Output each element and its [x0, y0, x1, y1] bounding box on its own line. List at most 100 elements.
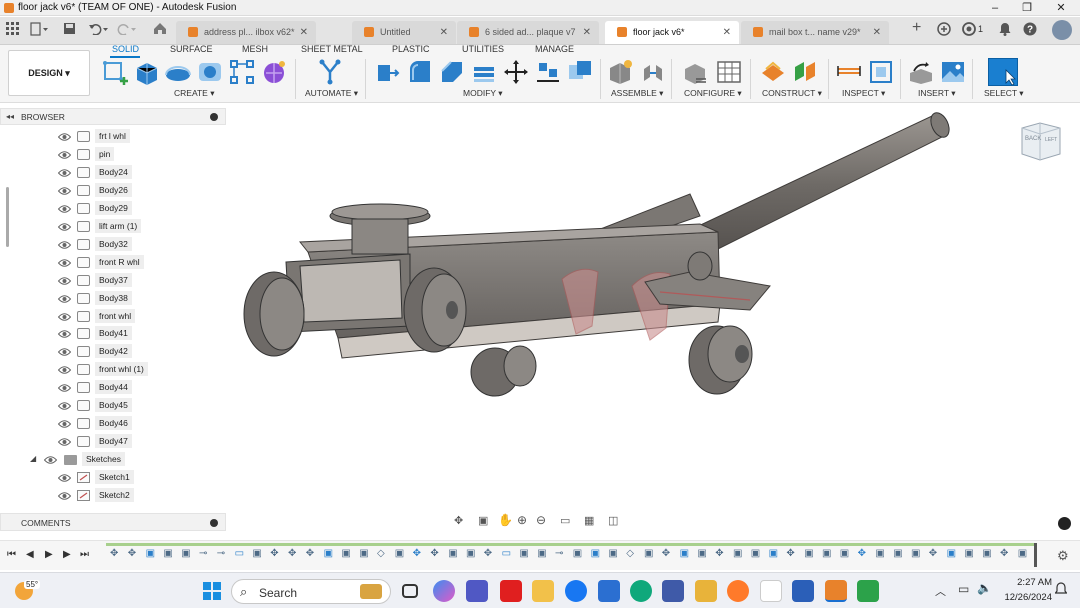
timeline-to-end-icon[interactable]: ⏭ — [80, 549, 89, 560]
file-menu-icon[interactable] — [30, 22, 48, 36]
browser-body-row[interactable]: frt l whl — [0, 128, 226, 146]
document-tab[interactable]: floor jack v6* ✕ — [605, 21, 739, 44]
browser-body-row[interactable]: Body44 — [0, 379, 226, 397]
amazon-icon[interactable] — [760, 580, 782, 602]
fusion-taskbar-icon[interactable] — [825, 580, 847, 602]
timeline-feature-icon[interactable]: ▣ — [324, 548, 333, 559]
hole-icon[interactable] — [197, 59, 223, 85]
visibility-eye-icon[interactable] — [58, 223, 71, 231]
visibility-eye-icon[interactable] — [58, 438, 71, 446]
document-tab[interactable]: 6 sided ad... plaque v7 ✕ — [457, 21, 599, 44]
timeline-feature-icon[interactable]: ▣ — [697, 548, 706, 559]
browser-body-row[interactable]: front whl (1) — [0, 361, 226, 379]
visibility-eye-icon[interactable] — [58, 151, 71, 159]
timeline-feature-icon[interactable]: ✥ — [929, 548, 937, 559]
record-icon[interactable] — [1058, 517, 1071, 530]
visibility-eye-icon[interactable] — [58, 169, 71, 177]
timeline-feature-icon[interactable]: ▣ — [964, 548, 973, 559]
visibility-eye-icon[interactable] — [58, 348, 71, 357]
browser-sketch-row[interactable]: Sketch2 — [0, 487, 226, 505]
timeline-feature-icon[interactable]: ▣ — [608, 548, 617, 559]
inspect-group-label[interactable]: INSPECT ▾ — [842, 88, 885, 99]
configuration-table-icon[interactable] — [716, 59, 742, 85]
timeline-step-forward-icon[interactable]: ▶ — [63, 549, 71, 560]
create-sketch-icon[interactable] — [102, 59, 128, 85]
extrude-icon[interactable] — [133, 59, 159, 85]
close-tab-icon[interactable]: ✕ — [723, 21, 731, 44]
press-pull-icon[interactable] — [375, 59, 401, 85]
visibility-eye-icon[interactable] — [58, 294, 71, 303]
pattern-icon[interactable] — [229, 59, 255, 85]
plane-at-angle-icon[interactable] — [792, 59, 818, 85]
timeline-feature-icon[interactable]: ▣ — [751, 548, 760, 559]
select-icon[interactable] — [988, 58, 1018, 86]
ribbon-tab[interactable]: UTILITIES — [462, 44, 504, 54]
joint-icon[interactable] — [640, 59, 666, 85]
browser-body-row[interactable]: pin — [0, 146, 226, 164]
save-icon[interactable] — [63, 22, 76, 35]
visibility-eye-icon[interactable] — [58, 402, 71, 410]
visibility-eye-icon[interactable] — [58, 258, 71, 267]
browser-body-row[interactable]: Body46 — [0, 415, 226, 433]
insert-derive-icon[interactable] — [908, 59, 934, 85]
volume-icon[interactable]: 🔈 — [977, 581, 992, 595]
timeline-settings-icon[interactable]: ⚙ — [1057, 548, 1069, 564]
browser-body-row[interactable]: lift arm (1) — [0, 218, 226, 236]
3d-viewport[interactable] — [230, 104, 1080, 534]
user-avatar[interactable] — [1052, 20, 1072, 40]
timeline-feature-icon[interactable]: ▣ — [680, 548, 689, 559]
close-tab-icon[interactable]: ✕ — [583, 21, 591, 44]
document-tab[interactable]: mail box t... name v29* ✕ — [741, 21, 889, 44]
task-view-icon[interactable] — [402, 584, 418, 598]
measure-icon[interactable] — [836, 59, 862, 85]
timeline-feature-icon[interactable]: ✥ — [430, 548, 438, 559]
visibility-eye-icon[interactable] — [58, 366, 71, 375]
shell-icon[interactable] — [471, 59, 497, 85]
browser-pin-icon[interactable] — [210, 113, 218, 121]
browser-body-row[interactable]: front R whl — [0, 254, 226, 272]
timeline-feature-icon[interactable]: ✥ — [288, 548, 296, 559]
canvas-icon[interactable] — [940, 59, 966, 85]
timeline-feature-icon[interactable]: ▣ — [359, 548, 368, 559]
visibility-eye-icon[interactable] — [58, 420, 71, 428]
offset-plane-icon[interactable] — [760, 59, 786, 85]
help-icon[interactable]: ? — [1023, 22, 1037, 36]
browser-body-row[interactable]: Body47 — [0, 433, 226, 451]
timeline-play-icon[interactable]: ▶ — [45, 549, 53, 560]
comments-pin-icon[interactable] — [210, 519, 218, 527]
timeline-feature-icon[interactable]: ▣ — [537, 548, 546, 559]
browser-sketch-row[interactable]: Sketch1 — [0, 469, 226, 487]
visibility-eye-icon[interactable] — [58, 276, 71, 285]
app-icon[interactable] — [695, 580, 717, 602]
timeline-feature-icon[interactable]: ▣ — [181, 548, 190, 559]
visibility-eye-icon[interactable] — [58, 474, 71, 482]
create-group-label[interactable]: CREATE ▾ — [174, 88, 214, 99]
construct-group-label[interactable]: CONSTRUCT ▾ — [762, 88, 822, 99]
fit-icon[interactable]: ⊖ — [536, 513, 546, 527]
timeline-feature-icon[interactable]: ▣ — [804, 548, 813, 559]
timeline-feature-icon[interactable]: ▣ — [163, 548, 172, 559]
fillet-icon[interactable] — [407, 59, 433, 85]
app-icon[interactable] — [662, 580, 684, 602]
maximize-button[interactable]: ❐ — [1012, 0, 1042, 16]
job-status-icon[interactable] — [962, 22, 976, 36]
file-explorer-icon[interactable] — [532, 580, 554, 602]
visibility-eye-icon[interactable] — [58, 384, 71, 393]
ribbon-tab[interactable]: SOLID — [112, 44, 139, 54]
browser-body-row[interactable]: Body24 — [0, 164, 226, 182]
timeline-feature-icon[interactable]: ▣ — [893, 548, 902, 559]
close-tab-icon[interactable]: ✕ — [440, 21, 448, 44]
ribbon-tab[interactable]: SHEET METAL — [301, 44, 363, 54]
form-icon[interactable] — [261, 59, 287, 85]
start-button[interactable] — [203, 582, 221, 600]
visibility-eye-icon[interactable] — [58, 133, 71, 141]
new-tab-icon[interactable]: + — [912, 19, 921, 37]
facebook-icon[interactable] — [565, 580, 587, 602]
timeline-feature-icon[interactable]: ✥ — [786, 548, 794, 559]
ribbon-tab[interactable]: MANAGE — [535, 44, 574, 54]
timeline-feature-icon[interactable]: ✥ — [413, 548, 421, 559]
timeline-feature-icon[interactable]: ✥ — [1000, 548, 1008, 559]
workspace-switcher[interactable]: DESIGN ▾ — [8, 50, 90, 96]
look-at-icon[interactable]: ▣ — [478, 514, 488, 527]
timeline-feature-icon[interactable]: ▣ — [146, 548, 155, 559]
